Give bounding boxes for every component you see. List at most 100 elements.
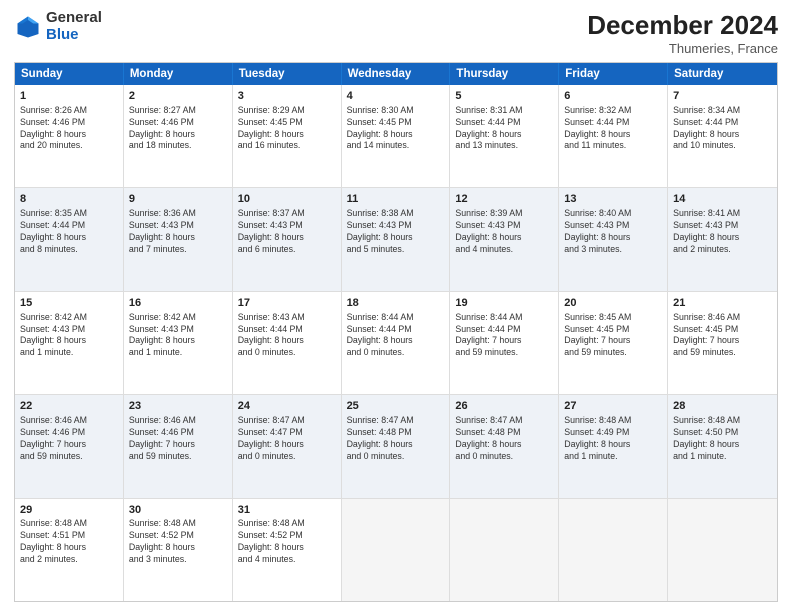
day-info-line: Sunset: 4:43 PM [238,220,336,232]
day-info-line: Daylight: 8 hours [20,232,118,244]
day-info-line: Sunrise: 8:43 AM [238,312,336,324]
day-info-line: Sunset: 4:47 PM [238,427,336,439]
day-info-line: Daylight: 8 hours [20,335,118,347]
calendar-body: 1Sunrise: 8:26 AMSunset: 4:46 PMDaylight… [15,85,777,601]
day-info-line: Sunrise: 8:47 AM [238,415,336,427]
header: General Blue December 2024 Thumeries, Fr… [14,10,778,56]
calendar-cell: 8Sunrise: 8:35 AMSunset: 4:44 PMDaylight… [15,188,124,290]
day-info-line: Sunrise: 8:26 AM [20,105,118,117]
day-info-line: and 10 minutes. [673,140,772,152]
calendar-cell: 21Sunrise: 8:46 AMSunset: 4:45 PMDayligh… [668,292,777,394]
day-info-line: Sunrise: 8:48 AM [20,518,118,530]
calendar-cell: 29Sunrise: 8:48 AMSunset: 4:51 PMDayligh… [15,499,124,601]
calendar-cell: 25Sunrise: 8:47 AMSunset: 4:48 PMDayligh… [342,395,451,497]
day-number: 25 [347,399,445,414]
calendar-cell: 15Sunrise: 8:42 AMSunset: 4:43 PMDayligh… [15,292,124,394]
day-number: 24 [238,399,336,414]
day-info-line: and 7 minutes. [129,244,227,256]
day-info-line: Sunrise: 8:42 AM [20,312,118,324]
day-info-line: Sunrise: 8:44 AM [347,312,445,324]
day-info-line: Sunrise: 8:45 AM [564,312,662,324]
day-info-line: and 18 minutes. [129,140,227,152]
day-info-line: Daylight: 7 hours [129,439,227,451]
day-info-line: Sunrise: 8:48 AM [564,415,662,427]
day-number: 11 [347,192,445,207]
day-info-line: Sunrise: 8:40 AM [564,208,662,220]
day-info-line: and 0 minutes. [238,347,336,359]
calendar-cell: 14Sunrise: 8:41 AMSunset: 4:43 PMDayligh… [668,188,777,290]
day-number: 30 [129,503,227,518]
day-info-line: Daylight: 7 hours [20,439,118,451]
day-info-line: Sunset: 4:46 PM [20,427,118,439]
day-info-line: Sunset: 4:45 PM [347,117,445,129]
calendar-header: SundayMondayTuesdayWednesdayThursdayFrid… [15,63,777,85]
day-info-line: and 3 minutes. [129,554,227,566]
day-info-line: Daylight: 7 hours [673,335,772,347]
calendar-cell: 16Sunrise: 8:42 AMSunset: 4:43 PMDayligh… [124,292,233,394]
day-info-line: and 6 minutes. [238,244,336,256]
day-info-line: Sunset: 4:52 PM [129,530,227,542]
day-info-line: and 4 minutes. [455,244,553,256]
day-info-line: Sunset: 4:46 PM [20,117,118,129]
day-info-line: and 59 minutes. [129,451,227,463]
day-number: 19 [455,296,553,311]
day-info-line: Sunset: 4:44 PM [455,324,553,336]
day-info-line: Daylight: 8 hours [347,232,445,244]
weekday-header: Friday [559,63,668,85]
day-info-line: Daylight: 8 hours [564,232,662,244]
day-info-line: Daylight: 8 hours [455,232,553,244]
calendar-cell: 7Sunrise: 8:34 AMSunset: 4:44 PMDaylight… [668,85,777,187]
weekday-header: Sunday [15,63,124,85]
day-number: 15 [20,296,118,311]
day-info-line: Daylight: 8 hours [238,129,336,141]
day-info-line: Sunrise: 8:29 AM [238,105,336,117]
day-number: 20 [564,296,662,311]
day-info-line: Sunset: 4:48 PM [347,427,445,439]
calendar-cell: 6Sunrise: 8:32 AMSunset: 4:44 PMDaylight… [559,85,668,187]
calendar-cell: 20Sunrise: 8:45 AMSunset: 4:45 PMDayligh… [559,292,668,394]
weekday-header: Monday [124,63,233,85]
day-info-line: Sunset: 4:44 PM [238,324,336,336]
calendar-cell: 4Sunrise: 8:30 AMSunset: 4:45 PMDaylight… [342,85,451,187]
calendar-cell: 28Sunrise: 8:48 AMSunset: 4:50 PMDayligh… [668,395,777,497]
day-info-line: Sunset: 4:49 PM [564,427,662,439]
day-info-line: Sunset: 4:44 PM [673,117,772,129]
day-info-line: Daylight: 8 hours [673,439,772,451]
day-info-line: Sunrise: 8:46 AM [129,415,227,427]
day-info-line: Sunset: 4:51 PM [20,530,118,542]
day-info-line: and 14 minutes. [347,140,445,152]
calendar-cell [450,499,559,601]
day-info-line: Daylight: 8 hours [129,232,227,244]
day-info-line: Sunrise: 8:48 AM [238,518,336,530]
day-info-line: Daylight: 8 hours [564,439,662,451]
day-info-line: Sunrise: 8:37 AM [238,208,336,220]
day-info-line: Daylight: 8 hours [455,129,553,141]
day-info-line: and 13 minutes. [455,140,553,152]
day-info-line: Sunset: 4:43 PM [20,324,118,336]
day-info-line: Sunrise: 8:35 AM [20,208,118,220]
day-info-line: Sunset: 4:43 PM [564,220,662,232]
day-info-line: Sunset: 4:46 PM [129,427,227,439]
day-info-line: and 2 minutes. [673,244,772,256]
title-block: December 2024 Thumeries, France [587,10,778,56]
day-info-line: Sunrise: 8:47 AM [455,415,553,427]
day-info-line: Daylight: 8 hours [20,129,118,141]
day-number: 5 [455,89,553,104]
day-info-line: and 4 minutes. [238,554,336,566]
day-info-line: Sunset: 4:45 PM [564,324,662,336]
day-info-line: Sunrise: 8:30 AM [347,105,445,117]
month-year: December 2024 [587,10,778,41]
day-info-line: Sunrise: 8:32 AM [564,105,662,117]
day-number: 26 [455,399,553,414]
day-info-line: Sunrise: 8:39 AM [455,208,553,220]
day-info-line: Daylight: 8 hours [129,542,227,554]
day-info-line: Sunrise: 8:41 AM [673,208,772,220]
day-info-line: Daylight: 8 hours [129,335,227,347]
day-info-line: Sunrise: 8:48 AM [129,518,227,530]
calendar-cell: 12Sunrise: 8:39 AMSunset: 4:43 PMDayligh… [450,188,559,290]
logo-text: General Blue [46,10,102,43]
day-info-line: Sunset: 4:52 PM [238,530,336,542]
logo-general: General [46,9,102,26]
logo: General Blue [14,10,102,43]
calendar-cell [668,499,777,601]
